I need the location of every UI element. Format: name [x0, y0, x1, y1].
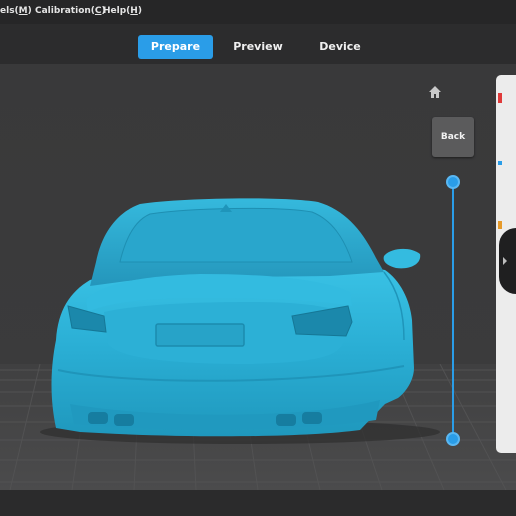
back-view-button[interactable]: Back [432, 117, 474, 157]
layer-slider-top-handle[interactable] [446, 175, 460, 189]
chevron-right-icon [503, 257, 507, 265]
layer-slider-bottom-handle[interactable] [446, 432, 460, 446]
home-icon[interactable] [428, 85, 442, 99]
panel-red-marker [498, 93, 502, 103]
panel-blue-marker [498, 161, 502, 165]
car-model[interactable] [0, 0, 516, 516]
panel-collapse-button[interactable] [499, 228, 516, 294]
bottom-bar [0, 490, 516, 516]
layer-slider-track[interactable] [452, 181, 454, 438]
